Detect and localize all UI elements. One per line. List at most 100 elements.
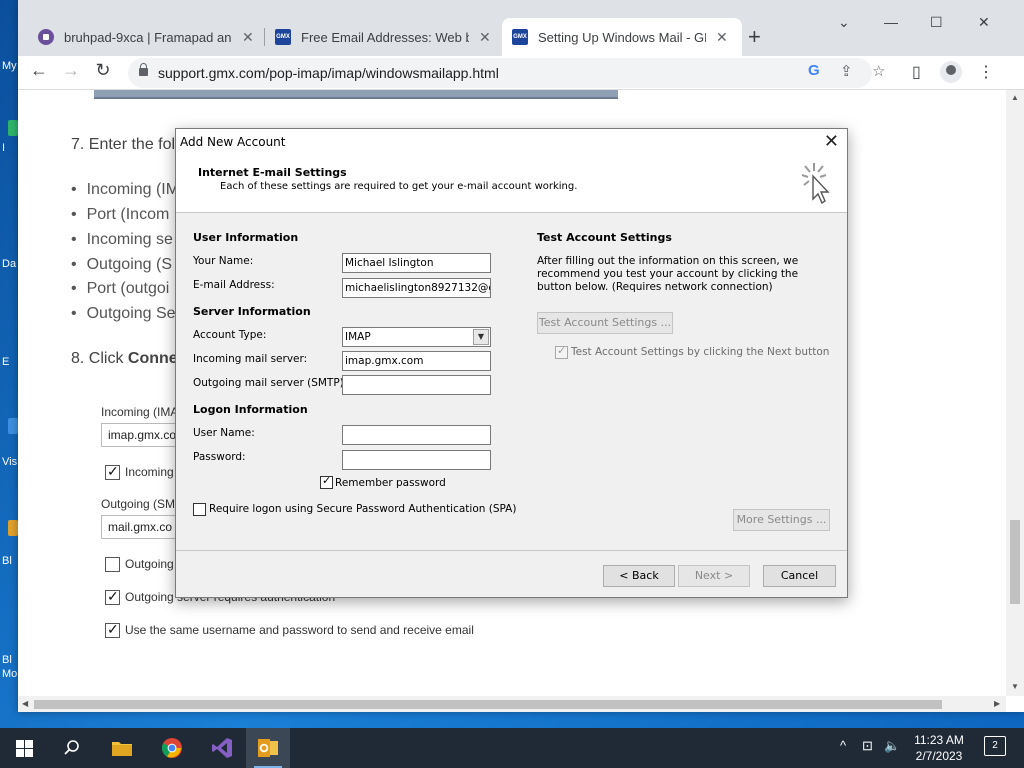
cancel-button[interactable]: Cancel [763, 565, 836, 587]
taskbar-clock[interactable]: 11:23 AM 2/7/2023 [904, 732, 974, 764]
notifications-icon[interactable]: 2 [984, 736, 1006, 756]
remember-password-label[interactable]: Remember password [335, 477, 446, 489]
test-on-next-label[interactable]: Test Account Settings by clicking the Ne… [571, 346, 829, 358]
tab-title: Free Email Addresses: Web base [301, 29, 469, 45]
same-credentials-label: Use the same username and password to se… [125, 623, 474, 637]
url-text[interactable]: support.gmx.com/pop-imap/imap/windowsmai… [158, 65, 499, 81]
account-type-select[interactable]: IMAP ▼ [342, 327, 491, 347]
next-button[interactable]: Next > [678, 565, 750, 587]
window-close-icon[interactable]: ✕ [978, 14, 990, 31]
desktop-icon-label[interactable]: I [2, 142, 5, 154]
step-8-heading: 8. Click Conne [71, 350, 178, 368]
incoming-checkbox-example [105, 463, 120, 480]
add-new-account-dialog: Add New Account ✕ Internet E-mail Settin… [175, 128, 848, 598]
windows-logo-icon [15, 739, 33, 757]
profile-avatar[interactable] [940, 61, 962, 83]
password-field[interactable] [342, 450, 491, 470]
desktop-icon-label[interactable]: My [2, 60, 17, 72]
scroll-down-icon[interactable]: ▼ [1011, 682, 1019, 691]
scroll-right-icon[interactable]: ▶ [994, 699, 1000, 708]
tab-framapad[interactable]: bruhpad-9xca | Framapad annue ✕ [28, 18, 264, 56]
side-panel-icon[interactable]: ▯ [912, 62, 921, 82]
dialog-title: Add New Account [180, 135, 286, 149]
dialog-title-bar: Add New Account ✕ [176, 129, 847, 155]
start-button[interactable] [2, 728, 46, 768]
email-address-field[interactable]: michaelislington8927132@gmx [342, 278, 491, 298]
chevron-down-icon[interactable]: ▼ [473, 329, 489, 345]
gmx-icon: GMX [512, 29, 528, 45]
desktop-icon-label[interactable]: Bl [2, 654, 12, 666]
test-account-description: After filling out the information on thi… [537, 255, 799, 293]
maximize-icon[interactable]: ☐ [930, 14, 943, 31]
close-icon[interactable]: ✕ [242, 29, 254, 46]
test-on-next-checkbox[interactable] [555, 344, 568, 359]
notification-count: 2 [992, 740, 998, 751]
horizontal-scroll-thumb[interactable] [34, 700, 942, 709]
reload-icon[interactable]: ↻ [90, 60, 116, 81]
incoming-mail-server-field[interactable]: imap.gmx.com [342, 351, 491, 371]
google-icon[interactable]: G [808, 62, 820, 79]
back-button[interactable]: < Back [603, 565, 675, 587]
taskbar-outlook[interactable] [246, 728, 290, 768]
vertical-scroll-thumb[interactable] [1010, 520, 1020, 604]
scroll-up-icon[interactable]: ▲ [1011, 93, 1019, 102]
list-item: Port (outgoi [71, 280, 170, 298]
close-icon[interactable]: ✕ [479, 29, 491, 46]
horizontal-scrollbar[interactable]: ◀ ▶ [18, 696, 1006, 712]
lock-icon[interactable] [139, 63, 148, 76]
desktop-app-icon[interactable] [8, 120, 18, 136]
spa-checkbox[interactable] [193, 503, 206, 516]
desktop-icon-label[interactable]: Mo [2, 668, 17, 680]
back-icon[interactable]: ← [26, 60, 52, 81]
logon-information-heading: Logon Information [193, 403, 308, 416]
incoming-checkbox-label: Incoming [125, 465, 174, 479]
tray-overflow-icon[interactable]: ^ [840, 738, 846, 753]
more-settings-button[interactable]: More Settings ... [733, 509, 830, 531]
share-icon[interactable]: ⇪ [840, 62, 853, 80]
step-8-bold-text: Conne [127, 350, 178, 367]
test-account-settings-heading: Test Account Settings [537, 231, 672, 244]
taskbar-file-explorer[interactable] [100, 728, 144, 768]
desktop-app-icon[interactable] [8, 520, 18, 536]
dialog-header: Internet E-mail Settings Each of these s… [176, 155, 847, 213]
user-information-heading: User Information [193, 231, 299, 244]
account-type-label: Account Type: [193, 329, 267, 341]
new-tab-button[interactable]: + [748, 24, 761, 50]
scroll-left-icon[interactable]: ◀ [22, 699, 28, 708]
close-icon[interactable]: ✕ [716, 29, 728, 46]
network-icon[interactable]: ⊡ [862, 738, 873, 754]
user-name-field[interactable] [342, 425, 491, 445]
wizard-cursor-icon [801, 163, 830, 205]
outgoing-checkbox-label: Outgoing [125, 557, 174, 571]
address-bar[interactable]: support.gmx.com/pop-imap/imap/windowsmai… [128, 58, 872, 88]
volume-icon[interactable]: 🔈 [884, 738, 900, 754]
user-name-label: User Name: [193, 427, 255, 439]
remember-password-checkbox[interactable] [320, 474, 333, 489]
forward-icon[interactable]: → [58, 60, 84, 81]
test-account-settings-button[interactable]: Test Account Settings ... [537, 312, 673, 334]
desktop-app-icon[interactable] [8, 418, 18, 434]
search-button[interactable] [50, 728, 94, 768]
desktop-icon-label[interactable]: E [2, 356, 9, 368]
tab-search-icon[interactable]: ⌄ [838, 14, 850, 31]
gmx-icon: GMX [275, 29, 291, 45]
minimize-icon[interactable]: — [884, 14, 898, 30]
incoming-server-label: Incoming (IMA [101, 405, 179, 419]
desktop-icon-label[interactable]: Da [2, 258, 16, 270]
taskbar-visual-studio[interactable] [200, 728, 244, 768]
clock-time: 11:23 AM [914, 733, 964, 747]
taskbar-chrome[interactable] [150, 728, 194, 768]
outlook-icon [258, 739, 278, 757]
tab-free-email[interactable]: GMX Free Email Addresses: Web base ✕ [265, 18, 501, 56]
spa-label[interactable]: Require logon using Secure Password Auth… [209, 503, 516, 515]
desktop-icon-label[interactable]: Vis [2, 456, 17, 468]
dialog-close-icon[interactable]: ✕ [824, 129, 839, 155]
outgoing-mail-server-field[interactable] [342, 375, 491, 395]
tab-windows-mail[interactable]: GMX Setting Up Windows Mail - GMX ✕ [502, 18, 742, 56]
your-name-field[interactable]: Michael Islington [342, 253, 491, 273]
vertical-scrollbar[interactable]: ▲ ▼ [1006, 90, 1024, 696]
chrome-icon [161, 738, 182, 758]
bookmark-star-icon[interactable]: ☆ [872, 62, 885, 80]
desktop-icon-label[interactable]: Bl [2, 555, 12, 567]
menu-icon[interactable]: ⋮ [978, 62, 994, 82]
